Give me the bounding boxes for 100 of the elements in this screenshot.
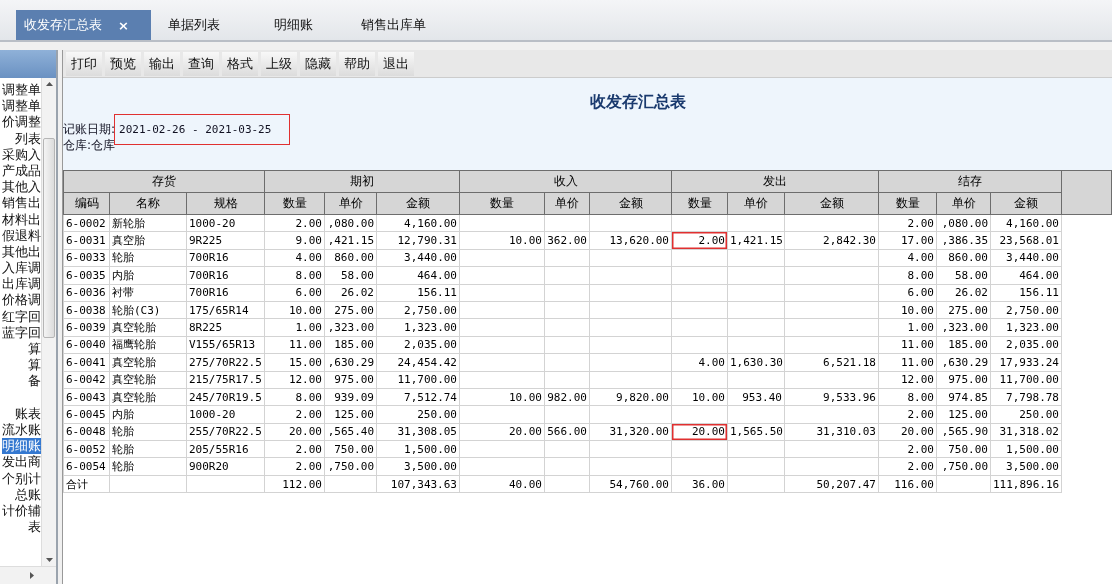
table-cell: 6-0002 xyxy=(66,216,106,230)
table-cell: 8R225 xyxy=(189,321,223,335)
table-cell: 合计 xyxy=(66,476,88,492)
tab[interactable]: 明细账 xyxy=(250,10,351,40)
table-cell: 10.00 xyxy=(900,303,934,317)
table-cell: 4,160.00 xyxy=(1006,216,1059,230)
sidebar-item[interactable]: 算 xyxy=(28,341,41,358)
sidebar-item[interactable]: 价调整 xyxy=(2,114,41,131)
toolbar-button[interactable]: 查询 xyxy=(183,51,219,76)
toolbar-button[interactable]: 帮助 xyxy=(339,51,375,76)
sidebar-item[interactable]: 销售出 xyxy=(2,195,41,212)
table-cell: 真空轮胎 xyxy=(112,372,156,388)
table-cell: ,750.00 xyxy=(941,460,988,474)
scroll-down-icon[interactable] xyxy=(45,558,53,562)
scroll-up-icon[interactable] xyxy=(45,82,53,86)
table-cell: 215/75R17.5 xyxy=(189,373,262,387)
table-cell: 6-0031 xyxy=(66,234,106,248)
sidebar-item[interactable]: 假退料 xyxy=(2,227,41,244)
table-cell: 9,533.96 xyxy=(823,390,876,404)
sidebar-item[interactable]: 材料出 xyxy=(2,211,41,228)
table-cell: 464.00 xyxy=(417,268,457,282)
sidebar-item[interactable]: 出库调 xyxy=(2,276,41,293)
table-cell: 464.00 xyxy=(1019,268,1059,282)
table-cell: 6.00 xyxy=(907,286,934,300)
scrollbar[interactable] xyxy=(41,78,56,566)
table-cell: 974.85 xyxy=(948,390,988,404)
tab[interactable]: 单据列表 xyxy=(150,10,251,40)
table-cell: 福鹰轮胎 xyxy=(112,337,156,353)
toolbar-button[interactable]: 隐藏 xyxy=(300,51,336,76)
tab[interactable]: 销售出库单 xyxy=(350,10,451,40)
sidebar-item[interactable]: 价格调 xyxy=(2,292,41,309)
table-cell: 750.00 xyxy=(334,442,374,456)
table-cell: 8.00 xyxy=(295,390,322,404)
table-cell: 1.00 xyxy=(295,321,322,335)
table-cell: 13,620.00 xyxy=(609,234,669,248)
table-cell: 6-0035 xyxy=(66,268,106,282)
sidebar-item[interactable]: 调整单 xyxy=(2,98,41,115)
table-cell: 54,760.00 xyxy=(609,477,669,491)
sidebar-item[interactable]: 调整单 xyxy=(2,82,41,99)
toolbar-button[interactable]: 输出 xyxy=(144,51,180,76)
sidebar-item[interactable]: 采购入 xyxy=(2,146,41,163)
table-cell: 6-0040 xyxy=(66,338,106,352)
table-cell: 新轮胎 xyxy=(112,215,145,231)
table-cell: 975.00 xyxy=(334,373,374,387)
table-cell: 3,500.00 xyxy=(1006,460,1059,474)
sidebar-item[interactable]: 产成品 xyxy=(2,162,41,180)
sidebar-item[interactable]: 备 xyxy=(28,373,41,390)
toolbar-button[interactable]: 打印 xyxy=(66,51,102,76)
sidebar-item[interactable]: 蓝字回 xyxy=(2,324,41,341)
table-cell: 750.00 xyxy=(948,442,988,456)
table-cell: 11.00 xyxy=(900,338,934,352)
table-cell: 9.00 xyxy=(295,234,322,248)
table-cell: 15.00 xyxy=(288,355,322,369)
table-cell: 185.00 xyxy=(948,338,988,352)
table-cell: 245/70R19.5 xyxy=(189,390,262,404)
sidebar-item[interactable]: 发出商 xyxy=(2,454,41,471)
table-cell: 内胎 xyxy=(112,267,134,283)
sidebar-item[interactable]: 计价辅 xyxy=(2,502,41,520)
sidebar-item[interactable]: 表 xyxy=(28,519,41,536)
toolbar-button[interactable]: 格式 xyxy=(222,51,258,76)
table-cell: 566.00 xyxy=(547,425,587,439)
column-group-header: 收入 xyxy=(459,170,672,193)
table-cell: 26.02 xyxy=(954,286,988,300)
table-cell: 362.00 xyxy=(547,234,587,248)
sidebar-item[interactable]: 入库调 xyxy=(2,260,41,277)
table-cell: 31,308.05 xyxy=(397,425,457,439)
horizontal-scrollbar[interactable] xyxy=(0,566,56,584)
table-cell: V155/65R13 xyxy=(189,338,256,352)
sidebar-item[interactable]: 流水账 xyxy=(2,421,41,439)
scroll-thumb[interactable] xyxy=(43,138,55,338)
sidebar-item[interactable]: 个别计 xyxy=(2,470,41,487)
table-cell: 40.00 xyxy=(508,477,542,491)
table-cell: 6,521.18 xyxy=(823,355,876,369)
sidebar-item[interactable]: 算 xyxy=(28,357,41,374)
table-cell: 860.00 xyxy=(334,251,374,265)
sidebar-item[interactable]: 其他入 xyxy=(2,179,41,196)
sidebar-item[interactable]: 账表 xyxy=(15,405,41,422)
table-cell: 58.00 xyxy=(340,268,374,282)
sidebar-item[interactable]: 红字回 xyxy=(2,308,41,325)
table-cell: 1,323.00 xyxy=(404,321,457,335)
table-cell: 11.00 xyxy=(288,338,322,352)
table-cell: 7,512.74 xyxy=(404,390,457,404)
table-cell: 10.00 xyxy=(288,303,322,317)
toolbar-button[interactable]: 预览 xyxy=(105,51,141,76)
scroll-right-icon[interactable] xyxy=(30,572,34,579)
sidebar-item[interactable]: 列表 xyxy=(15,130,41,147)
table-cell: 6-0042 xyxy=(66,373,106,387)
table-cell: 7,798.78 xyxy=(1006,390,1059,404)
close-icon[interactable]: × xyxy=(118,17,129,33)
sidebar-item[interactable]: 总账 xyxy=(15,486,41,503)
toolbar-button[interactable]: 上级 xyxy=(261,51,297,76)
table-cell: 轮胎(C3) xyxy=(112,302,161,318)
table-cell: 175/65R14 xyxy=(189,303,249,317)
tab[interactable]: 收发存汇总表 × xyxy=(16,10,151,40)
sidebar-item[interactable]: 明细账 xyxy=(2,438,41,455)
table-cell: 1,565.50 xyxy=(730,425,783,439)
sidebar-item[interactable]: 其他出 xyxy=(2,243,41,261)
table-cell: 31,310.03 xyxy=(816,425,876,439)
toolbar-button[interactable]: 退出 xyxy=(378,51,414,76)
table-cell: 250.00 xyxy=(1019,408,1059,421)
